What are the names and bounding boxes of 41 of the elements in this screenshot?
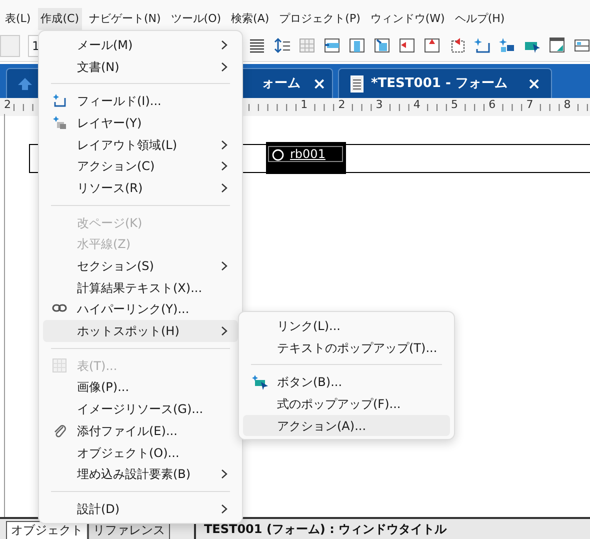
menu-item[interactable]: フィールド(I)... [43,90,238,112]
menu-item[interactable]: レイヤー(Y) [43,112,238,134]
menu-item[interactable]: 画像(P)... [43,376,238,398]
menu-item[interactable]: 計算結果テキスト(X)... [43,276,238,299]
field-name: rb001 [290,147,326,161]
radio-field[interactable]: rb001 [266,142,346,174]
menu-item[interactable]: アクション(C) [43,155,238,178]
menu-item[interactable]: 設計(D) [43,498,238,520]
menu-item[interactable]: テキストのポップアップ(T)... [243,336,450,358]
menu-item[interactable]: ハイパーリンク(Y)... [43,298,238,320]
close-icon[interactable]: × [312,72,326,96]
menu-item[interactable]: オブジェクト(O)... [43,442,238,464]
ruler-number: 4 [413,98,420,112]
menu-item[interactable]: リソース(R) [43,177,238,199]
menu-bar-item[interactable]: ツール(O) [168,8,224,30]
menu-item[interactable]: ホットスポット(H) [43,320,238,342]
menu-item[interactable]: 文書(N) [43,56,238,78]
menu-item[interactable]: 添付ファイル(E)... [43,420,238,442]
menu-item[interactable]: アクション(A)... [243,414,450,436]
menu-bar-item[interactable]: 表(L) [2,8,34,30]
close-icon[interactable]: × [527,72,541,96]
menu-item[interactable]: イメージリソース(G)... [43,398,238,420]
ruler-number: 7 [526,98,534,112]
menu-bar-item[interactable]: ヘルプ(H) [452,8,508,30]
ruler-number: 2 [338,98,346,112]
menu-bar-item[interactable]: ウィンドウ(W) [367,8,448,30]
menu-item[interactable]: メール(M) [43,34,238,56]
panel-tab[interactable]: オブジェクト [6,521,88,539]
menu-bar-item[interactable]: ナビゲート(N) [86,8,164,30]
menu-bar-item[interactable]: 検索(A) [228,8,272,30]
status-text: TEST001 (フォーム) : ウィンドウタイトル [203,521,447,538]
menu-item[interactable]: セクション(S) [43,255,238,277]
menu-item[interactable]: 式のポップアップ(F)... [243,393,450,415]
menu-bar-item[interactable]: 作成(C) [38,8,82,30]
menu-bar-item[interactable]: プロジェクト(P) [276,8,364,30]
menu-item[interactable]: レイアウト領域(L) [43,134,238,156]
ruler-number: 5 [451,98,458,112]
menu-item[interactable]: 埋め込み設計要素(B) [43,463,238,486]
document-tab[interactable]: *TEST001 - フォーム × [338,68,552,98]
menu-item[interactable]: ボタン(B)... [243,371,450,394]
menu-item[interactable]: リンク(L)... [243,315,450,337]
